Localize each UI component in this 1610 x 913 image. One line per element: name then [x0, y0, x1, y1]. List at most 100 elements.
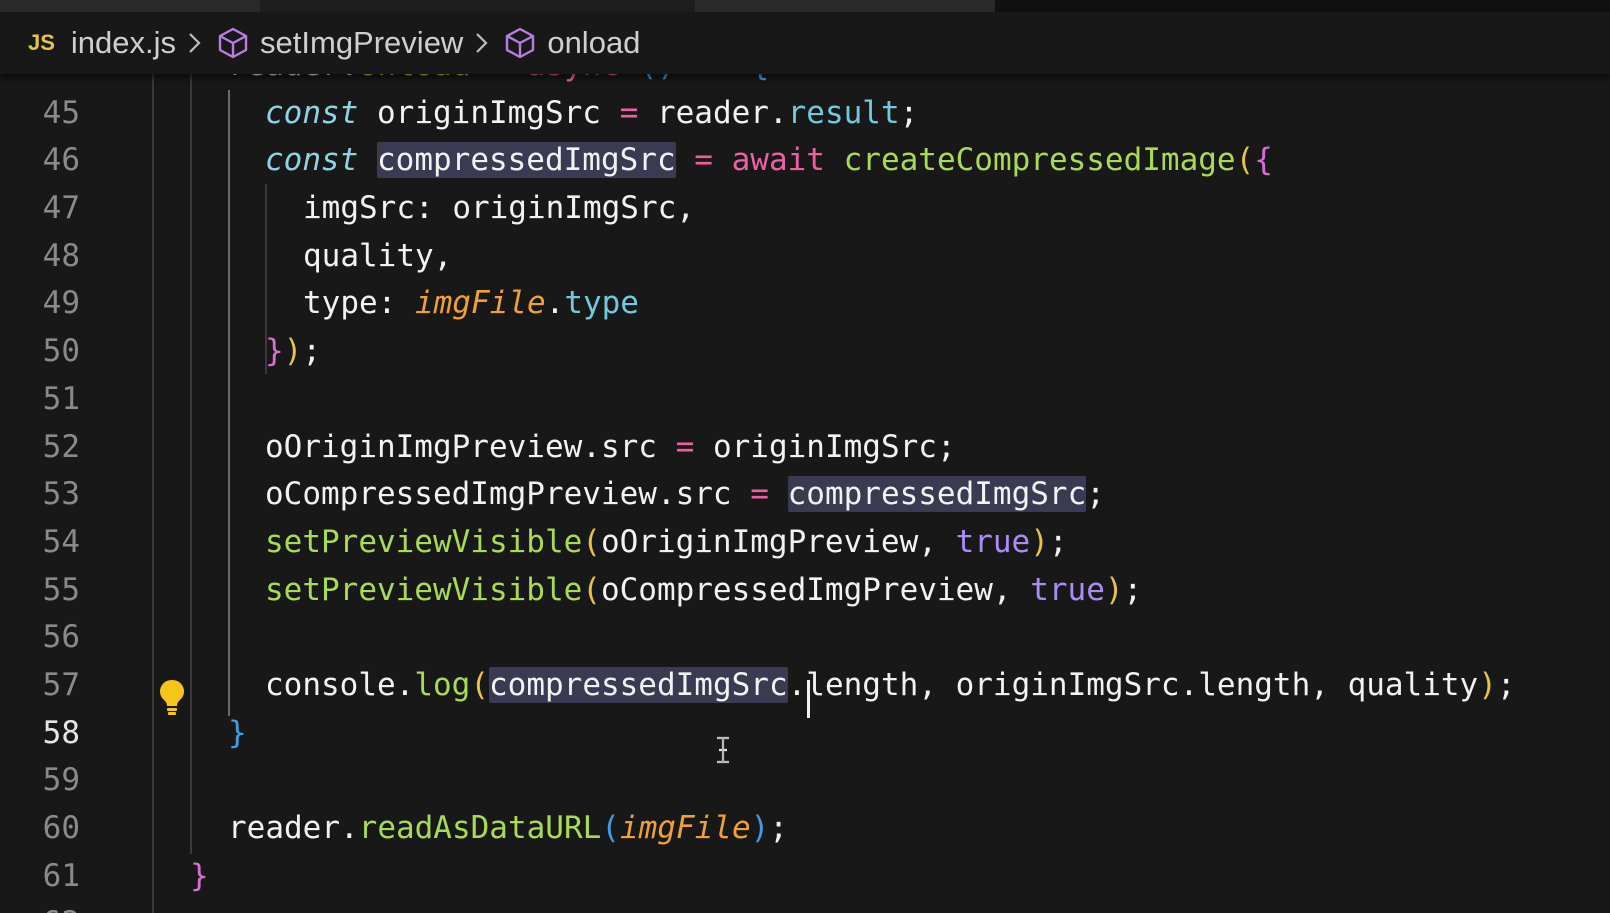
tab[interactable] — [0, 0, 260, 12]
code-text: console.log(compressedImgSrc.length, ori… — [265, 662, 1516, 710]
token-highlighted: compressedImgSrc — [377, 142, 676, 179]
editor-tab-strip — [0, 0, 1610, 12]
breadcrumb-symbol-onload[interactable]: onload — [547, 25, 640, 61]
token: = — [694, 142, 713, 179]
code-line: 56 setPreviewVisible(oCompressedImgPrevi… — [0, 567, 1610, 656]
token: ) — [1104, 571, 1124, 608]
code-text: setPreviewVisible(oCompressedImgPreview,… — [265, 567, 1142, 615]
chevron-right-icon — [188, 32, 202, 54]
token: ( — [1235, 142, 1255, 179]
code-text: quality, — [303, 233, 452, 281]
lightbulb-icon[interactable] — [157, 678, 187, 716]
ibeam-cursor-icon — [717, 736, 729, 764]
token-highlighted: compressedImgSrc — [489, 666, 788, 703]
chevron-right-icon — [475, 32, 489, 54]
token: ) — [750, 810, 770, 846]
token: , — [992, 571, 1031, 608]
token: type — [564, 285, 639, 322]
code-line-active: 58 console.log(compressedImgSrc.length, … — [0, 662, 1610, 751]
code-line: 47 const compressedImgSrc = await create… — [0, 137, 1610, 226]
token: => — [695, 74, 732, 83]
code-line: 52 — [0, 376, 1610, 465]
token: imgSrc: — [303, 190, 453, 227]
code-line: 46 const originImgSrc = reader.result; — [0, 90, 1610, 179]
javascript-file-icon: JS — [28, 30, 55, 55]
token: = — [619, 94, 639, 131]
token: ; — [1086, 476, 1105, 513]
token: ; — [769, 810, 788, 846]
token: imgFile — [619, 810, 751, 846]
code-text: } — [228, 710, 247, 758]
token: ; — [1048, 523, 1068, 560]
token: createCompressedImage — [843, 142, 1236, 179]
code-line: 59 } — [0, 710, 1610, 799]
code-line: 50 type: imgFile.type — [0, 280, 1610, 369]
token: quality — [1347, 666, 1479, 703]
code-text: }); — [265, 328, 321, 376]
token: length — [806, 666, 919, 703]
token: } — [228, 714, 247, 751]
token: src — [600, 428, 657, 465]
token: oCompressedImgPreview — [265, 476, 657, 513]
token: originImgSrc, — [452, 190, 695, 227]
token: ) — [657, 74, 676, 83]
token: ; — [936, 428, 956, 465]
token: , — [918, 523, 956, 560]
code-line: 61 reader.readAsDataURL(imgFile); — [0, 805, 1610, 894]
token: reader — [228, 810, 340, 846]
token: onload — [359, 74, 471, 83]
token: true — [1030, 571, 1105, 608]
token: oCompressedImgPreview — [600, 571, 993, 608]
token: ) — [1478, 666, 1497, 703]
token: . — [339, 810, 359, 846]
token: log — [414, 666, 471, 703]
token: ( — [582, 523, 601, 560]
token: . — [395, 666, 415, 703]
token: ) — [1030, 523, 1049, 560]
code-text: const originImgSrc = reader.result; — [265, 90, 918, 138]
token: const — [265, 94, 359, 131]
code-line: 62 } — [0, 853, 1610, 913]
code-lines: 45 reader.onload = async () => { 46 cons… — [0, 74, 1610, 913]
breadcrumb-symbol-setimgpreview[interactable]: setImgPreview — [260, 25, 463, 61]
token: } — [190, 857, 209, 894]
token: } — [265, 333, 284, 370]
token: reader — [656, 94, 769, 131]
tab[interactable] — [695, 0, 995, 12]
token: originImgSrc — [712, 428, 937, 465]
token: ) — [283, 333, 303, 370]
token: length — [1198, 666, 1311, 703]
code-text: setPreviewVisible(oOriginImgPreview, tru… — [265, 519, 1068, 567]
method-cube-icon — [503, 26, 537, 60]
token: ( — [639, 74, 658, 83]
token: quality, — [303, 237, 453, 274]
code-line: 54 oCompressedImgPreview.src = compresse… — [0, 471, 1610, 560]
method-cube-icon — [216, 26, 250, 60]
code-line: 48 imgSrc: originImgSrc, — [0, 185, 1610, 274]
token: ; — [1496, 666, 1516, 703]
token: originImgSrc — [377, 94, 601, 131]
code-line: 49 quality, — [0, 233, 1610, 322]
token: . — [768, 94, 788, 131]
code-text: reader.readAsDataURL(imgFile); — [228, 805, 788, 853]
code-line: 57 — [0, 614, 1610, 703]
token: await — [731, 142, 825, 179]
token: . — [582, 428, 601, 465]
code-line: 60 — [0, 757, 1610, 846]
line-number: 62 — [0, 900, 80, 913]
token: src — [675, 476, 732, 513]
token: oOriginImgPreview — [600, 523, 919, 560]
token: ( — [582, 571, 601, 608]
token: ; — [899, 94, 919, 131]
token: , — [1310, 666, 1348, 703]
text-cursor — [807, 680, 810, 718]
token: result — [787, 94, 900, 131]
code-text: } — [190, 853, 209, 901]
code-text: const compressedImgSrc = await createCom… — [265, 137, 1273, 185]
code-line: 51 }); — [0, 328, 1610, 417]
code-editor[interactable]: 45 reader.onload = async () => { 46 cons… — [0, 74, 1610, 913]
code-text: oCompressedImgPreview.src = compressedIm… — [265, 471, 1105, 519]
breadcrumb-file[interactable]: index.js — [71, 25, 176, 61]
token: ; — [302, 333, 322, 370]
token: setPreviewVisible — [265, 523, 583, 560]
